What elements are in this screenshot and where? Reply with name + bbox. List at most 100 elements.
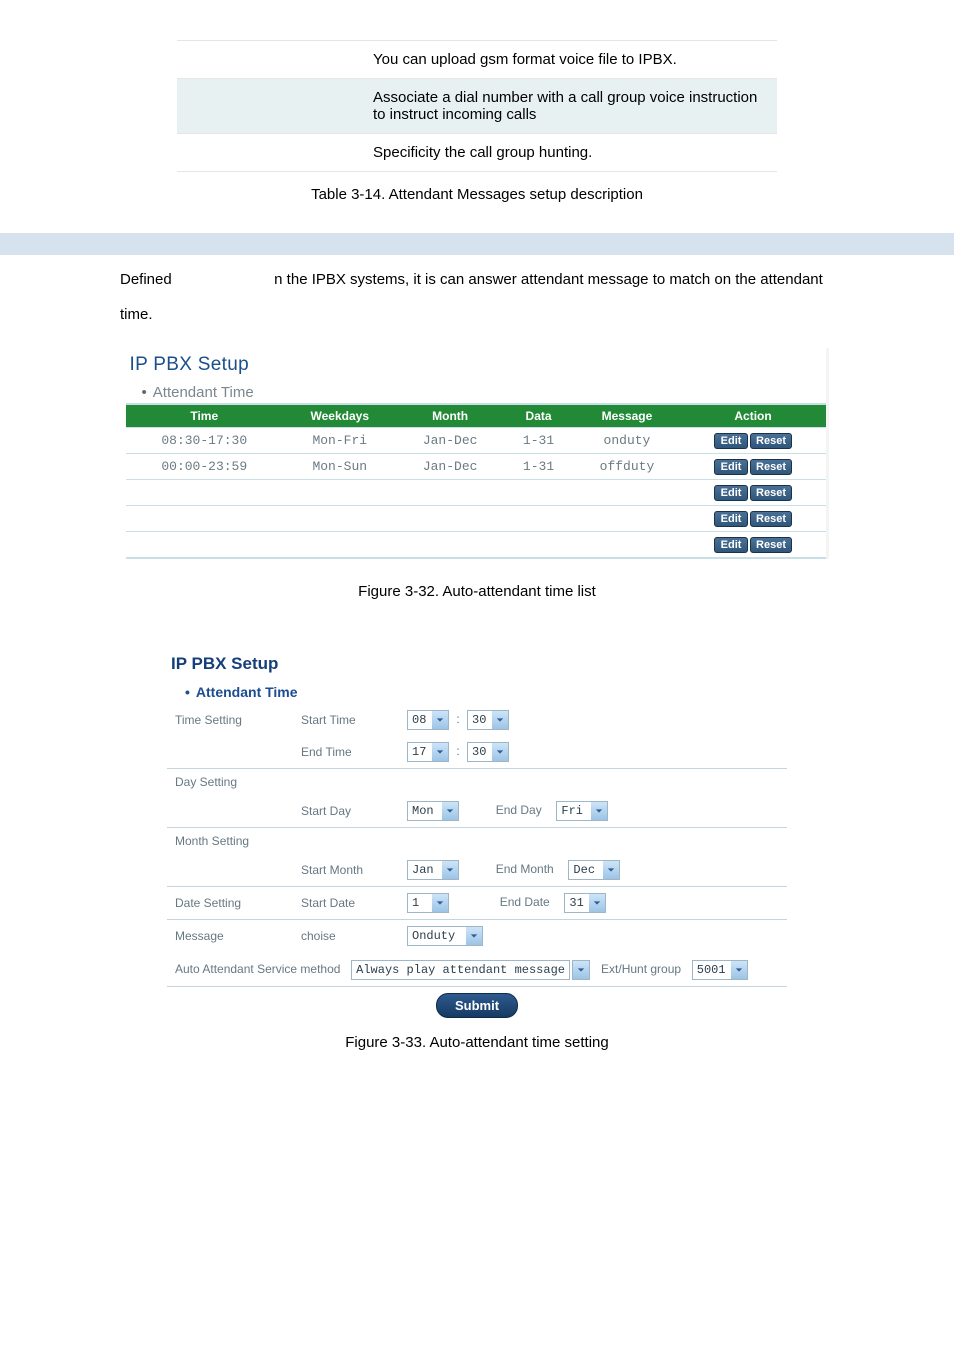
edit-button[interactable]: Edit xyxy=(714,485,748,501)
desc-cell: You can upload gsm format voice file to … xyxy=(361,41,777,79)
description-table: You can upload gsm format voice file to … xyxy=(177,40,777,172)
action-cell: EditReset xyxy=(681,480,826,506)
reset-button[interactable]: Reset xyxy=(750,459,792,475)
time-setting-label: Time Setting xyxy=(167,704,293,736)
table-caption: Table 3-14. Attendant Messages setup des… xyxy=(0,186,954,203)
figure-caption-1: Figure 3-32. Auto-attendant time list xyxy=(0,583,954,600)
auto-service-label: Auto Attendant Service method xyxy=(175,962,340,976)
table-row: EditReset xyxy=(126,506,826,532)
chevron-down-icon xyxy=(573,961,589,979)
ext-hunt-select[interactable]: 5001 xyxy=(692,960,748,980)
choise-label: choise xyxy=(293,920,399,952)
action-cell: EditReset xyxy=(681,532,826,559)
day-setting-label: Day Setting xyxy=(167,769,293,795)
reset-button[interactable]: Reset xyxy=(750,433,792,449)
table-row: 00:00-23:59Mon-SunJan-Dec1-31offdutyEdit… xyxy=(126,454,826,480)
table-cell: Jan-Dec xyxy=(397,428,504,454)
auto-service-input[interactable]: Always play attendant message xyxy=(351,960,570,980)
chevron-down-icon xyxy=(442,802,458,820)
end-day-label: End Day xyxy=(496,803,542,817)
panel2-subtitle: •Attendant Time xyxy=(167,684,787,704)
col-data: Data xyxy=(504,404,574,428)
table-cell: onduty xyxy=(573,428,680,454)
chevron-down-icon xyxy=(442,861,458,879)
col-message: Message xyxy=(573,404,680,428)
table-cell xyxy=(126,506,284,532)
chevron-down-icon xyxy=(432,894,448,912)
action-cell: EditReset xyxy=(681,428,826,454)
action-cell: EditReset xyxy=(681,454,826,480)
attendant-time-table: Time Weekdays Month Data Message Action … xyxy=(126,403,826,559)
table-cell xyxy=(397,532,504,559)
table-cell: Mon-Fri xyxy=(283,428,396,454)
table-cell xyxy=(504,480,574,506)
message-label: Message xyxy=(167,920,293,952)
edit-button[interactable]: Edit xyxy=(714,511,748,527)
panel-subtitle: •Attendant Time xyxy=(126,384,826,403)
figure-caption-2: Figure 3-33. Auto-attendant time setting xyxy=(0,1034,954,1051)
chevron-down-icon xyxy=(432,743,448,761)
col-time: Time xyxy=(126,404,284,428)
section-bar xyxy=(0,233,954,255)
edit-button[interactable]: Edit xyxy=(714,459,748,475)
start-month-label: Start Month xyxy=(293,854,399,887)
body-text: Defined n the IPBX systems, it is can an… xyxy=(0,263,954,332)
table-cell: 1-31 xyxy=(504,454,574,480)
end-month-select[interactable]: Dec xyxy=(568,860,620,880)
chevron-down-icon xyxy=(432,711,448,729)
table-cell: Jan-Dec xyxy=(397,454,504,480)
end-hour-select[interactable]: 17 xyxy=(407,742,449,762)
chevron-down-icon xyxy=(492,711,508,729)
start-day-select[interactable]: Mon xyxy=(407,801,459,821)
table-cell: offduty xyxy=(573,454,680,480)
desc-cell: Associate a dial number with a call grou… xyxy=(361,79,777,134)
reset-button[interactable]: Reset xyxy=(750,485,792,501)
chevron-down-icon xyxy=(731,961,747,979)
choise-select[interactable]: Onduty xyxy=(407,926,483,946)
setting-form: Time Setting Start Time 08 : 30 xyxy=(167,704,787,1024)
attendant-time-list-panel: IP PBX Setup •Attendant Time Time Weekda… xyxy=(126,348,829,559)
end-min-select[interactable]: 30 xyxy=(467,742,509,762)
chevron-down-icon xyxy=(591,802,607,820)
end-time-label: End Time xyxy=(293,736,399,769)
col-action: Action xyxy=(681,404,826,428)
start-date-label: Start Date xyxy=(293,887,399,920)
table-cell xyxy=(573,480,680,506)
table-row: EditReset xyxy=(126,480,826,506)
edit-button[interactable]: Edit xyxy=(714,433,748,449)
reset-button[interactable]: Reset xyxy=(750,537,792,553)
table-cell: 00:00-23:59 xyxy=(126,454,284,480)
edit-button[interactable]: Edit xyxy=(714,537,748,553)
date-setting-label: Date Setting xyxy=(167,887,293,920)
panel2-title: IP PBX Setup xyxy=(167,650,787,684)
end-month-label: End Month xyxy=(496,862,554,876)
start-hour-select[interactable]: 08 xyxy=(407,710,449,730)
submit-button[interactable]: Submit xyxy=(436,993,518,1018)
table-row: 08:30-17:30Mon-FriJan-Dec1-31ondutyEditR… xyxy=(126,428,826,454)
start-day-label: Start Day xyxy=(293,795,399,828)
ext-hunt-label: Ext/Hunt group xyxy=(601,962,681,976)
end-date-label: End Date xyxy=(500,895,550,909)
chevron-down-icon xyxy=(589,894,605,912)
table-cell: 08:30-17:30 xyxy=(126,428,284,454)
start-date-select[interactable]: 1 xyxy=(407,893,449,913)
start-month-select[interactable]: Jan xyxy=(407,860,459,880)
auto-service-select[interactable] xyxy=(572,960,590,980)
panel-title: IP PBX Setup xyxy=(126,348,826,384)
start-time-label: Start Time xyxy=(293,704,399,736)
chevron-down-icon xyxy=(603,861,619,879)
end-date-select[interactable]: 31 xyxy=(564,893,606,913)
table-row: EditReset xyxy=(126,532,826,559)
start-min-select[interactable]: 30 xyxy=(467,710,509,730)
chevron-down-icon xyxy=(466,927,482,945)
reset-button[interactable]: Reset xyxy=(750,511,792,527)
table-cell xyxy=(573,532,680,559)
table-cell xyxy=(397,506,504,532)
table-cell: Mon-Sun xyxy=(283,454,396,480)
table-cell xyxy=(126,480,284,506)
month-setting-label: Month Setting xyxy=(167,828,293,854)
attendant-time-setting-panel: IP PBX Setup •Attendant Time Time Settin… xyxy=(167,650,787,1024)
table-cell xyxy=(283,506,396,532)
end-day-select[interactable]: Fri xyxy=(556,801,608,821)
desc-cell: Specificity the call group hunting. xyxy=(361,134,777,172)
